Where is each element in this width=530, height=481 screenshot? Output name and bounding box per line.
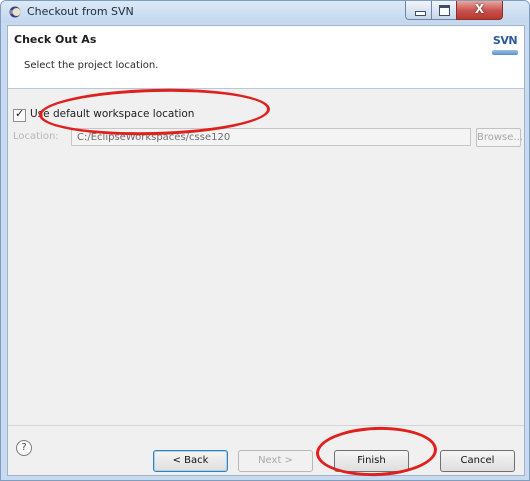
cancel-button[interactable]: Cancel (440, 450, 515, 472)
help-button[interactable]: ? (16, 440, 32, 456)
close-icon: X (474, 2, 485, 16)
minimize-icon (415, 11, 426, 16)
location-label: Location: (13, 131, 59, 142)
wizard-header: Check Out As Select the project location… (8, 26, 524, 88)
back-button[interactable]: < Back (153, 450, 228, 472)
page-title: Check Out As (14, 33, 97, 46)
eclipse-icon (9, 6, 21, 18)
page-description: Select the project location. (24, 60, 159, 71)
location-input[interactable] (71, 128, 471, 146)
svn-logo: SVN (491, 34, 519, 66)
maximize-button[interactable] (431, 1, 457, 20)
dialog-window: Checkout from SVN X Check Out As Select … (0, 0, 530, 481)
svn-logo-text: SVN (492, 34, 518, 47)
maximize-icon (439, 5, 450, 16)
use-default-checkbox[interactable]: ✓ (13, 107, 26, 122)
finish-button[interactable]: Finish (334, 450, 409, 472)
dialog-client-area: Check Out As Select the project location… (7, 25, 525, 476)
browse-button[interactable]: Browse... (476, 128, 523, 147)
close-button[interactable]: X (456, 1, 503, 20)
wizard-body: ✓ Use default workspace location Locatio… (8, 89, 524, 425)
wizard-footer: ? < Back Next > Finish Cancel (8, 426, 524, 475)
title-bar[interactable]: Checkout from SVN X (1, 1, 529, 23)
use-default-label[interactable]: Use default workspace location (30, 108, 194, 120)
checkmark-icon: ✓ (15, 107, 25, 120)
window-title: Checkout from SVN (27, 5, 134, 18)
next-button[interactable]: Next > (238, 450, 313, 472)
minimize-button[interactable] (405, 1, 432, 20)
help-icon: ? (21, 442, 27, 453)
svn-logo-bar (492, 50, 518, 55)
